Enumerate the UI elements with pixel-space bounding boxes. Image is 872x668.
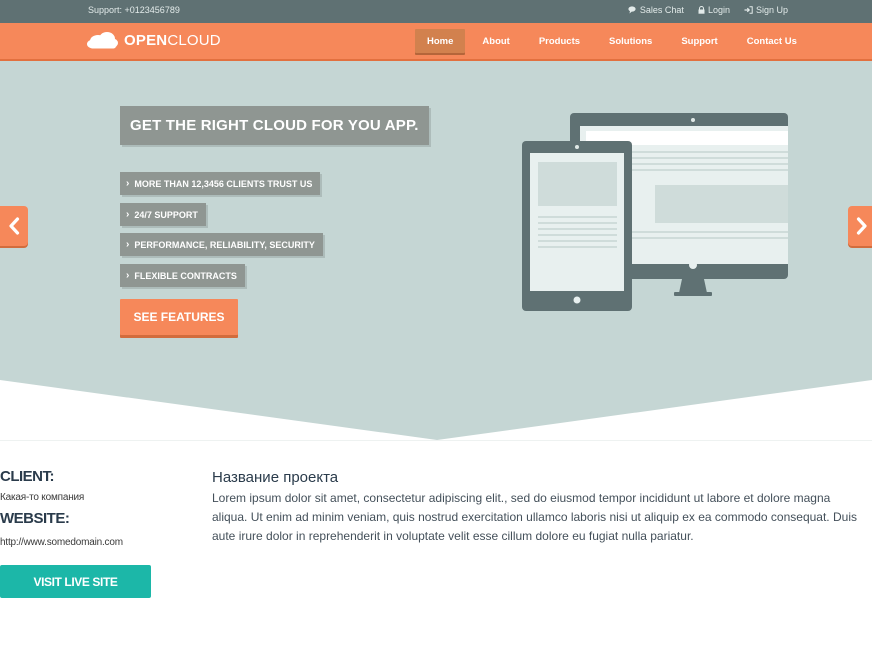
nav-item-contact-us[interactable]: Contact Us xyxy=(735,29,809,53)
tablet-and-monitor-icon xyxy=(522,113,788,311)
website-label: WEBSITE: xyxy=(0,510,70,527)
nav-item-solutions[interactable]: Solutions xyxy=(597,29,664,53)
feature-tag: › PERFORMANCE, RELIABILITY, SECURITY xyxy=(120,233,323,256)
brand-name: OPENCLOUD xyxy=(124,32,221,49)
feature-label: MORE THAN 12,3456 CLIENTS TRUST US xyxy=(134,178,313,189)
nav-item-about[interactable]: About xyxy=(470,29,521,53)
project-title: Название проекта xyxy=(212,469,339,486)
hero-slider: GET THE RIGHT CLOUD FOR YOU APP. › MORE … xyxy=(0,61,872,441)
login-link[interactable]: Login xyxy=(698,5,730,15)
hero-headline: GET THE RIGHT CLOUD FOR YOU APP. xyxy=(120,106,429,145)
nav-item-support[interactable]: Support xyxy=(669,29,729,53)
feature-tag: › FLEXIBLE CONTRACTS xyxy=(120,264,245,287)
sales-chat-link[interactable]: Sales Chat xyxy=(628,5,684,15)
chevron-right-icon xyxy=(856,217,867,235)
chevron-right-icon: › xyxy=(126,239,130,250)
sign-up-label: Sign Up xyxy=(755,5,788,15)
main-nav: Home About Products Solutions Support Co… xyxy=(415,29,814,53)
top-utility-bar: Support: +0123456789 Sales Chat Login Si… xyxy=(0,0,872,23)
lock-icon xyxy=(698,6,705,14)
project-description: Lorem ipsum dolor sit amet, consectetur … xyxy=(212,491,857,543)
client-label: CLIENT: xyxy=(0,468,55,485)
chevron-left-icon xyxy=(9,217,20,235)
nav-item-home[interactable]: Home xyxy=(415,29,466,53)
brand-name-light: CLOUD xyxy=(167,31,221,49)
visit-live-site-button[interactable]: VISIT LIVE SITE xyxy=(0,565,151,598)
sales-chat-label: Sales Chat xyxy=(639,5,684,15)
brand-logo[interactable]: OPENCLOUD xyxy=(86,31,221,49)
feature-tag: › MORE THAN 12,3456 CLIENTS TRUST US xyxy=(120,172,321,195)
chevron-right-icon: › xyxy=(126,178,130,189)
brand-name-bold: OPEN xyxy=(124,31,168,49)
nav-item-products[interactable]: Products xyxy=(527,29,592,53)
slider-next-button[interactable] xyxy=(848,206,872,246)
chevron-right-icon: › xyxy=(126,209,130,220)
feature-tag: › 24/7 SUPPORT xyxy=(120,203,206,226)
support-phone: Support: +0123456789 xyxy=(88,5,180,15)
client-value: Какая-то компания xyxy=(0,492,85,503)
see-features-button[interactable]: SEE FEATURES xyxy=(120,299,238,335)
feature-label: PERFORMANCE, RELIABILITY, SECURITY xyxy=(134,239,315,250)
feature-label: 24/7 SUPPORT xyxy=(134,209,198,220)
sign-up-link[interactable]: Sign Up xyxy=(744,5,788,15)
chat-icon xyxy=(628,6,636,14)
cloud-icon xyxy=(87,32,118,49)
website-value[interactable]: http://www.somedomain.com xyxy=(0,537,123,548)
chevron-right-icon: › xyxy=(126,270,130,281)
slider-prev-button[interactable] xyxy=(0,206,28,246)
sign-in-icon xyxy=(744,6,753,14)
feature-label: FLEXIBLE CONTRACTS xyxy=(134,270,237,281)
top-links: Sales Chat Login Sign Up xyxy=(628,5,788,15)
main-navbar: OPENCLOUD Home About Products Solutions … xyxy=(0,23,872,61)
login-label: Login xyxy=(707,5,730,15)
